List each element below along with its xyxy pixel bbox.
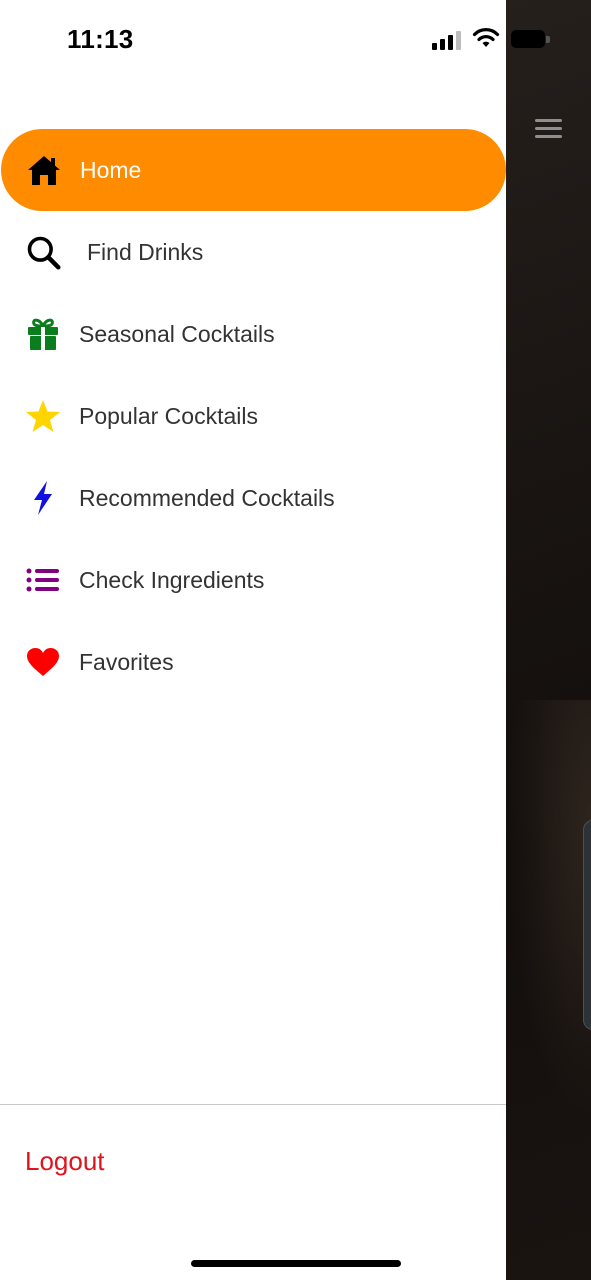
heart-icon [25,644,61,680]
status-bar: 11:13 [0,0,591,80]
menu-item-home[interactable]: Home [1,129,506,211]
menu-item-find-drinks[interactable]: Find Drinks [0,211,506,293]
drawer-divider [0,1104,506,1105]
star-icon [25,398,61,434]
navigation-drawer: Home Find Drinks Seasonal Cocktails Popu… [0,0,506,1280]
menu-item-check-ingredients[interactable]: Check Ingredients [0,539,506,621]
background-card-edge [583,820,591,1030]
home-icon [26,152,62,188]
menu-item-popular-cocktails[interactable]: Popular Cocktails [0,375,506,457]
wifi-icon [472,27,500,49]
menu-item-label: Home [80,156,142,183]
menu-item-label: Seasonal Cocktails [79,320,275,347]
battery-tip [546,36,550,43]
status-time: 11:13 [67,24,134,54]
menu-item-label: Recommended Cocktails [79,484,335,511]
menu-item-recommended-cocktails[interactable]: Recommended Cocktails [0,457,506,539]
battery-icon [511,30,545,48]
drawer-menu: Home Find Drinks Seasonal Cocktails Popu… [0,129,506,703]
background-glow [506,700,591,1120]
menu-item-favorites[interactable]: Favorites [0,621,506,703]
search-icon [25,234,61,270]
cellular-signal-icon [432,30,462,50]
menu-item-label: Favorites [79,648,174,675]
menu-item-label: Check Ingredients [79,566,265,593]
menu-item-seasonal-cocktails[interactable]: Seasonal Cocktails [0,293,506,375]
menu-item-label: Popular Cocktails [79,402,258,429]
home-indicator[interactable] [191,1260,401,1267]
gift-icon [25,316,61,352]
bolt-icon [25,480,61,516]
logout-button[interactable]: Logout [25,1146,105,1177]
hamburger-menu-icon[interactable] [535,119,562,139]
menu-item-label: Find Drinks [87,238,204,265]
list-icon [25,562,61,598]
